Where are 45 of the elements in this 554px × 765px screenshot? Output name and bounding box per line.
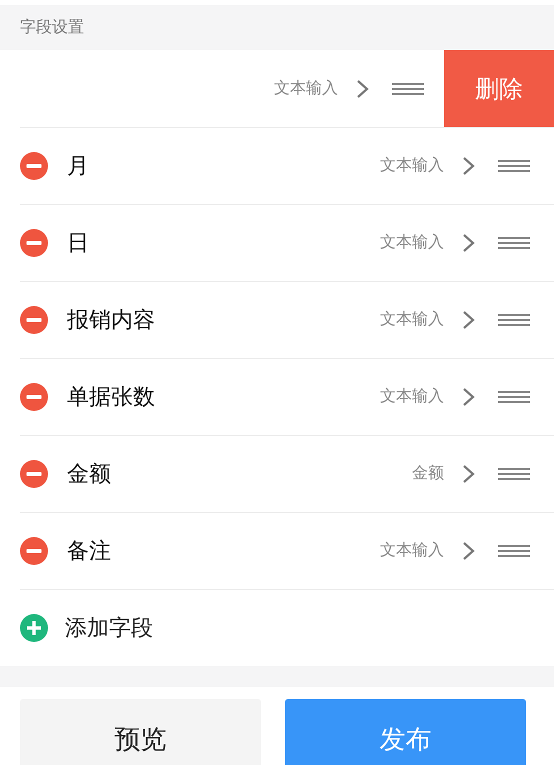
chevron-icon <box>462 464 476 484</box>
field-type[interactable]: 文本输入 <box>380 386 444 407</box>
chevron-icon <box>462 386 476 406</box>
field-type[interactable]: 文本输入 <box>380 155 444 176</box>
field-row[interactable]: 金额 金额 <box>0 435 554 512</box>
remove-icon[interactable] <box>20 306 48 334</box>
drag-handle-icon[interactable] <box>498 544 530 556</box>
add-icon[interactable] <box>20 614 48 642</box>
field-row[interactable]: 单据张数 文本输入 <box>0 358 554 435</box>
field-type[interactable]: 文本输入 <box>380 232 444 253</box>
chevron-icon <box>356 78 370 98</box>
field-row[interactable]: 备注 文本输入 <box>0 512 554 589</box>
remove-icon[interactable] <box>20 460 48 488</box>
chevron-icon <box>462 232 476 252</box>
field-name: 日 <box>67 228 90 256</box>
remove-icon[interactable] <box>20 536 48 564</box>
add-field-label[interactable]: 添加字段 <box>65 612 554 642</box>
field-name: 备注 <box>67 536 112 564</box>
chevron-icon <box>462 540 476 560</box>
drag-handle-icon[interactable] <box>498 314 530 326</box>
section-title: 字段设置 <box>20 18 84 38</box>
field-name: 月 <box>67 152 90 180</box>
drag-handle-icon[interactable] <box>498 160 530 172</box>
delete-button[interactable]: 删除 <box>444 50 554 127</box>
field-type[interactable]: 文本输入 <box>380 309 444 330</box>
remove-icon[interactable] <box>20 152 48 180</box>
drag-handle-icon[interactable] <box>498 390 530 402</box>
field-type[interactable]: 文本输入 <box>274 78 338 99</box>
field-name: 报销内容 <box>67 306 156 334</box>
field-row[interactable]: 日 文本输入 <box>0 204 554 281</box>
remove-icon[interactable] <box>20 228 48 256</box>
publish-button[interactable]: 发布 <box>285 699 526 765</box>
drag-handle-icon[interactable] <box>498 468 530 480</box>
chevron-icon <box>462 156 476 176</box>
field-row[interactable]: 月 文本输入 <box>0 127 554 204</box>
field-name: 单据张数 <box>67 382 156 410</box>
drag-handle-icon[interactable] <box>498 236 530 248</box>
preview-button[interactable]: 预览 <box>20 699 261 765</box>
field-row[interactable]: 报销内容 文本输入 <box>0 281 554 358</box>
field-type[interactable]: 文本输入 <box>380 540 444 561</box>
chevron-icon <box>462 310 476 330</box>
field-type[interactable]: 金额 <box>412 463 444 484</box>
remove-icon[interactable] <box>20 382 48 410</box>
drag-handle-icon[interactable] <box>392 82 424 94</box>
field-name: 金额 <box>67 460 112 488</box>
